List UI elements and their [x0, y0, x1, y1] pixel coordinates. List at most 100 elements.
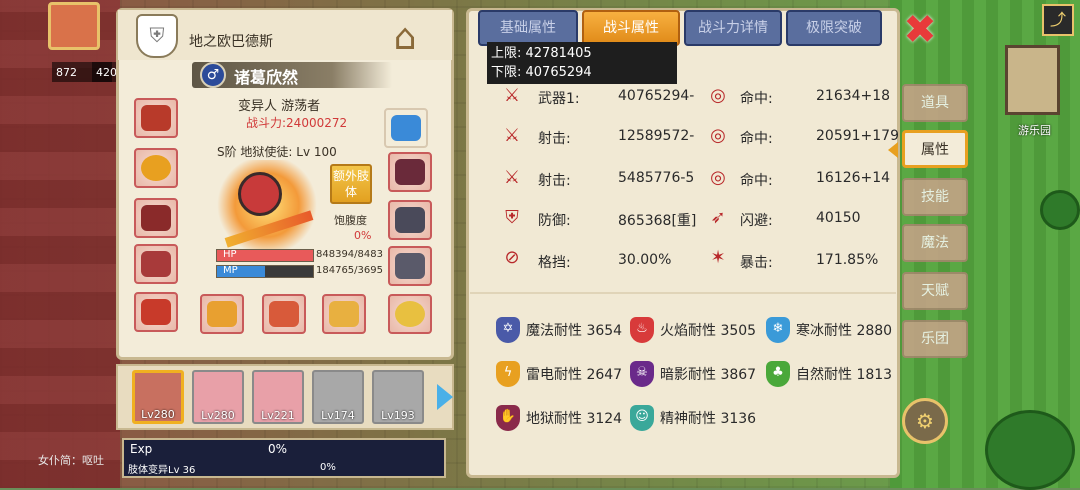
shield-emblem-icon: ⛨ [136, 14, 178, 58]
side-tab-attributes[interactable]: 属性 [902, 130, 968, 168]
map-tree [1040, 190, 1080, 230]
hero-level: Lv174 [321, 409, 355, 422]
target-icon: ◎ [710, 167, 726, 188]
cape-icon [395, 159, 425, 185]
equip-slot-armor[interactable] [134, 198, 178, 238]
chat-message: 女仆简：呕吐 [38, 454, 104, 467]
character-rank: S阶 地狱使徒: Lv 100 [217, 145, 337, 159]
roster-next-arrow-icon[interactable] [437, 384, 453, 410]
stat-value: 16126+14 [816, 170, 891, 186]
resist-value: 魔法耐性 3654 [526, 323, 623, 339]
satiety-label: 饱腹度 [334, 214, 367, 227]
stat-label: 闪避: [740, 213, 773, 229]
boots-icon [141, 299, 171, 325]
bow-icon [329, 301, 359, 327]
side-tab-skills[interactable]: 技能 [902, 178, 968, 216]
ring-icon [395, 301, 425, 327]
equip-slot-cape[interactable] [388, 152, 432, 192]
sword-icon: ⚔ [503, 85, 521, 106]
shield-icon: ⛨ [505, 207, 519, 228]
spear-icon [269, 301, 299, 327]
equip-slot-helmet[interactable] [134, 98, 178, 138]
damage-upper: 上限: 42781405 [491, 46, 592, 61]
equip-slot-ring[interactable] [388, 294, 432, 334]
resist-value: 精神耐性 3136 [660, 411, 757, 427]
critical-icon: ✶ [710, 247, 726, 268]
armor-icon [141, 205, 171, 231]
staff-icon [207, 301, 237, 327]
resist-value: 地狱耐性 3124 [526, 411, 623, 427]
stat-value: 40150 [816, 210, 861, 226]
mp-label: MP [223, 265, 238, 276]
equip-slot-staff[interactable] [200, 294, 244, 334]
equip-slot-gun[interactable] [388, 246, 432, 286]
hero-level: Lv221 [261, 409, 295, 422]
equip-slot-crown[interactable] [384, 108, 428, 148]
tab-limit-break[interactable]: 极限突破 [786, 10, 882, 46]
resist-value: 自然耐性 1813 [796, 367, 893, 383]
active-tab-pointer-icon [888, 142, 898, 158]
equip-slot-necklace[interactable] [134, 148, 178, 188]
stat-label: 射击: [538, 173, 571, 189]
combat-power: 战斗力:24000272 [246, 116, 348, 130]
map-building [1005, 45, 1060, 115]
equip-slot-boots[interactable] [134, 292, 178, 332]
side-tab-magic[interactable]: 魔法 [902, 224, 968, 262]
hero-card[interactable]: Lv193 [372, 370, 424, 424]
tab-combat-power-details[interactable]: 战斗力详情 [684, 10, 782, 46]
hanger-icon[interactable]: ⌂ [381, 16, 429, 60]
gun-icon [395, 253, 425, 279]
male-gender-icon: ♂ [200, 62, 226, 88]
hero-card[interactable]: Lv221 [252, 370, 304, 424]
player-avatar[interactable] [48, 2, 100, 50]
equip-slot-spear[interactable] [262, 294, 306, 334]
magic-resist-icon: ✡ [496, 317, 520, 343]
stat-label: 防御: [538, 213, 571, 229]
stat-value: 171.85% [816, 252, 879, 268]
stat-label: 格挡: [538, 255, 571, 271]
side-tab-band[interactable]: 乐团 [902, 320, 968, 358]
damage-lower: 下限: 40765294 [491, 65, 592, 80]
lightning-resist-icon: ϟ [496, 361, 520, 387]
stat-label: 命中: [740, 91, 773, 107]
dodge-icon: ➶ [710, 207, 726, 228]
tab-combat-attributes[interactable]: 战斗属性 [582, 10, 680, 46]
character-class: 变异人 游荡者 [238, 99, 321, 114]
equip-slot-gloves[interactable] [134, 244, 178, 284]
hero-card[interactable]: Lv280 [192, 370, 244, 424]
map-location-label: 游乐园 [1018, 124, 1051, 137]
stat-value: 21634+18 [816, 88, 891, 104]
stat-label: 射击: [538, 131, 571, 147]
resist-value: 雷电耐性 2647 [526, 367, 623, 383]
exit-icon[interactable]: ⤴ [1042, 4, 1074, 36]
exp-value: 0% [268, 442, 288, 456]
equip-slot-belt[interactable] [388, 200, 432, 240]
nature-resist-icon: ♣ [766, 361, 790, 387]
stat-value: 865368[重] [618, 213, 697, 229]
hp-bar: HP [216, 249, 314, 262]
character-title: 地之欧巴德斯 [189, 34, 273, 50]
menu-round-icon[interactable]: ⚙ [902, 398, 948, 444]
section-divider [470, 292, 896, 294]
stat-value: 20591+179 [816, 128, 899, 144]
necklace-icon [141, 155, 171, 181]
map-tree [985, 410, 1075, 490]
ice-resist-icon: ❄ [766, 317, 790, 343]
close-icon[interactable]: ✖ [900, 8, 940, 52]
gloves-icon [141, 251, 171, 277]
side-tab-talent[interactable]: 天赋 [902, 272, 968, 310]
hero-card[interactable]: Lv280 [132, 370, 184, 424]
hero-card[interactable]: Lv174 [312, 370, 364, 424]
hero-level: Lv280 [141, 408, 175, 421]
stat-label: 命中: [740, 173, 773, 189]
resist-value: 寒冰耐性 2880 [796, 323, 893, 339]
stat-value: 5485776-5 [618, 170, 695, 186]
side-tab-items[interactable]: 道具 [902, 84, 968, 122]
resist-value: 暗影耐性 3867 [660, 367, 757, 383]
stat-value: 30.00% [618, 252, 672, 268]
tab-basic-attributes[interactable]: 基础属性 [478, 10, 578, 46]
extra-limb-button[interactable]: 额外肢体 [330, 164, 372, 204]
fire-resist-icon: ♨ [630, 317, 654, 343]
target-icon: ◎ [710, 125, 726, 146]
equip-slot-bow[interactable] [322, 294, 366, 334]
